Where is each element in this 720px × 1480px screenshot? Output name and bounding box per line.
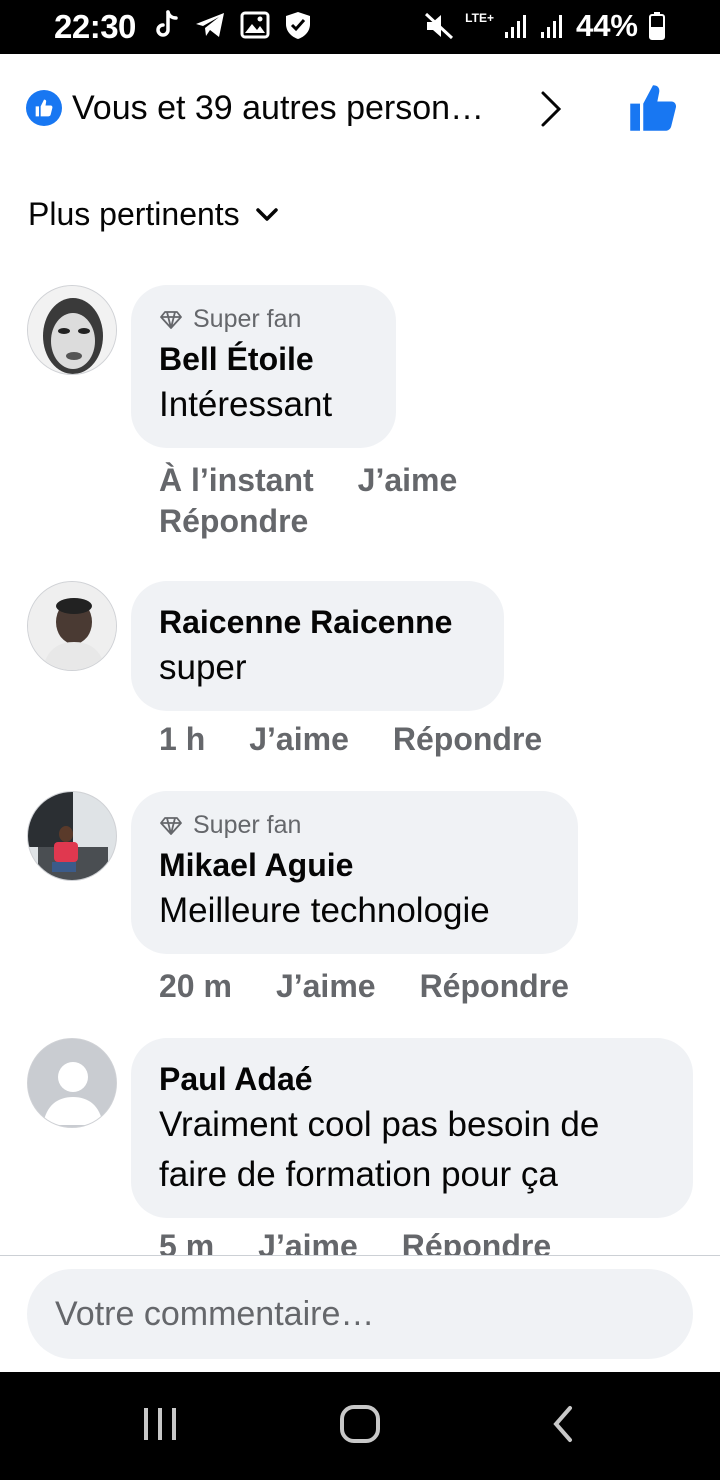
home-icon[interactable] <box>339 1402 381 1446</box>
comment-input-placeholder: Votre commentaire… <box>55 1294 375 1333</box>
comment-text: Meilleure technologie <box>159 891 490 930</box>
super-fan-badge: Super fan <box>159 811 550 840</box>
comment-author[interactable]: Paul Adaé <box>159 1058 665 1100</box>
comment-text: super <box>159 648 247 687</box>
comment-composer: Votre commentaire… <box>0 1255 720 1372</box>
avatar[interactable] <box>27 791 117 881</box>
sort-dropdown[interactable]: Plus pertinents <box>28 196 278 233</box>
comment-text: Vraiment cool pas besoin de faire de for… <box>159 1105 600 1194</box>
sort-label: Plus pertinents <box>28 196 240 232</box>
avatar[interactable] <box>27 285 117 375</box>
tiktok-icon <box>156 10 178 37</box>
status-left-icons <box>156 10 312 40</box>
status-time: 22:30 <box>54 8 136 45</box>
comment-time: À l’instant <box>159 462 314 498</box>
telegram-icon <box>196 13 224 37</box>
lte-label: LTE+ <box>465 11 494 25</box>
like-link[interactable]: J’aime <box>358 462 458 499</box>
comment-bubble[interactable]: Raicenne Raicenne super <box>131 581 504 711</box>
comment-time: 20 m <box>159 968 232 1004</box>
comment-author[interactable]: Mikael Aguie <box>159 844 550 886</box>
comment-author[interactable]: Raicenne Raicenne <box>159 601 476 643</box>
gallery-icon <box>240 11 270 39</box>
like-button-icon[interactable] <box>626 82 680 134</box>
status-bar: 22:30 LTE+ 44% <box>0 0 720 54</box>
chevron-right-icon[interactable] <box>539 90 563 128</box>
comment-input[interactable]: Votre commentaire… <box>27 1269 693 1359</box>
reactions-summary[interactable]: Vous et 39 autres person… <box>26 82 686 134</box>
comment-bubble[interactable]: Paul Adaé Vraiment cool pas besoin de fa… <box>131 1038 693 1218</box>
reply-link[interactable]: Répondre <box>420 968 569 1005</box>
battery-icon <box>649 12 665 40</box>
status-right-icons: LTE+ 44% <box>423 8 666 44</box>
comment-time: 1 h <box>159 721 206 757</box>
like-link[interactable]: J’aime <box>249 721 349 758</box>
comment-author[interactable]: Bell Étoile <box>159 338 368 380</box>
back-icon[interactable] <box>548 1402 578 1446</box>
chevron-down-icon <box>255 207 278 221</box>
comment-bubble[interactable]: Super fan Mikael Aguie Meilleure technol… <box>131 791 578 954</box>
avatar[interactable] <box>27 581 117 671</box>
badge-label: Super fan <box>193 305 302 333</box>
comment-actions: À l’instant J’aime Répondre <box>159 462 559 540</box>
default-avatar-icon <box>28 1039 116 1127</box>
mute-icon <box>425 12 454 40</box>
reactions-text: Vous et 39 autres person… <box>72 88 485 127</box>
battery-percent: 44% <box>575 8 638 43</box>
diamond-icon <box>160 310 182 329</box>
like-link[interactable]: J’aime <box>276 968 376 1005</box>
badge-label: Super fan <box>193 811 302 839</box>
shield-icon <box>286 12 310 39</box>
comment-actions: 1 h J’aime Répondre <box>159 721 699 758</box>
signal-icon <box>540 15 562 38</box>
comment-bubble[interactable]: Super fan Bell Étoile Intéressant <box>131 285 396 448</box>
comment-text: Intéressant <box>159 385 333 424</box>
signal-icon <box>504 15 526 38</box>
diamond-icon <box>160 816 182 835</box>
super-fan-badge: Super fan <box>159 305 368 334</box>
avatar[interactable] <box>27 1038 117 1128</box>
recent-apps-icon[interactable] <box>140 1402 180 1446</box>
system-nav-bar <box>0 1372 720 1480</box>
reply-link[interactable]: Répondre <box>393 721 542 758</box>
comment-actions: 20 m J’aime Répondre <box>159 968 699 1005</box>
reply-link[interactable]: Répondre <box>159 503 308 540</box>
like-reaction-icon <box>26 90 62 126</box>
